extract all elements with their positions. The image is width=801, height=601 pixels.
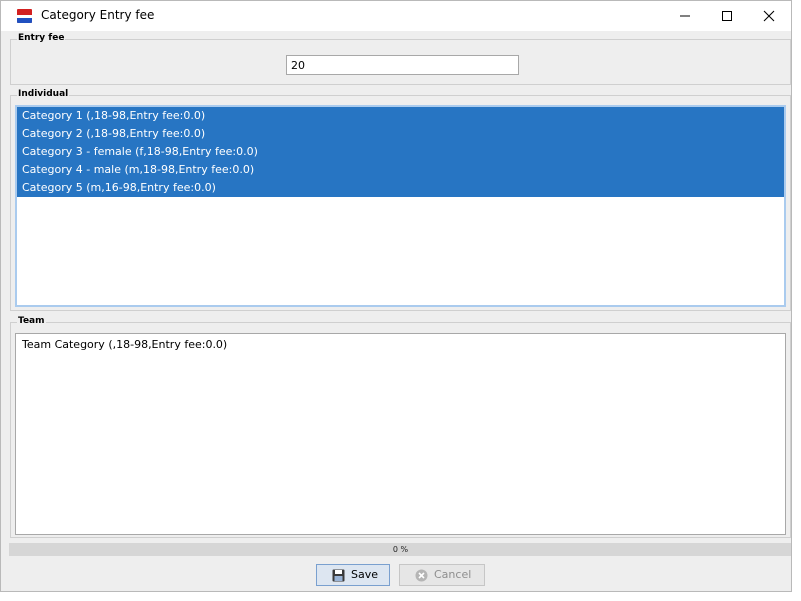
close-icon (763, 10, 775, 22)
team-category-list[interactable]: Team Category (,18-98,Entry fee:0.0) (15, 333, 786, 535)
entry-fee-input[interactable] (286, 55, 519, 75)
individual-group: Individual Category 1 (,18-98,Entry fee:… (10, 88, 791, 311)
progress-bar: 0 % (9, 543, 791, 556)
team-group: Team Team Category (,18-98,Entry fee:0.0… (10, 315, 791, 538)
individual-list-item[interactable]: Category 5 (m,16-98,Entry fee:0.0) (17, 179, 784, 197)
team-group-label: Team (17, 315, 46, 327)
close-button[interactable] (747, 1, 791, 31)
maximize-button[interactable] (705, 1, 749, 31)
individual-list-item[interactable]: Category 3 - female (f,18-98,Entry fee:0… (17, 143, 784, 161)
cancel-button-label: Cancel (434, 568, 472, 581)
individual-list-item[interactable]: Category 1 (,18-98,Entry fee:0.0) (17, 107, 784, 125)
cancel-circle-icon (415, 569, 428, 582)
save-button-label: Save (351, 568, 379, 581)
floppy-disk-icon (332, 569, 345, 582)
individual-list-item[interactable]: Category 4 - male (m,18-98,Entry fee:0.0… (17, 161, 784, 179)
individual-list-item[interactable]: Category 2 (,18-98,Entry fee:0.0) (17, 125, 784, 143)
minimize-button[interactable] (663, 1, 707, 31)
entry-fee-group: Entry fee (10, 32, 791, 85)
window-title: Category Entry fee (41, 8, 155, 22)
entry-fee-group-label: Entry fee (17, 32, 66, 44)
maximize-icon (722, 11, 732, 21)
cancel-button[interactable]: Cancel (399, 564, 485, 586)
team-list-item[interactable]: Team Category (,18-98,Entry fee:0.0) (16, 336, 785, 354)
individual-group-label: Individual (17, 88, 70, 100)
minimize-icon (680, 15, 690, 17)
progress-text: 0 % (392, 545, 409, 554)
individual-category-list[interactable]: Category 1 (,18-98,Entry fee:0.0) Catego… (15, 105, 786, 307)
app-flag-icon (17, 9, 32, 23)
title-bar[interactable]: Category Entry fee (1, 1, 791, 31)
window: Category Entry fee Entry fee Individual … (0, 0, 792, 592)
save-button[interactable]: Save (316, 564, 390, 586)
